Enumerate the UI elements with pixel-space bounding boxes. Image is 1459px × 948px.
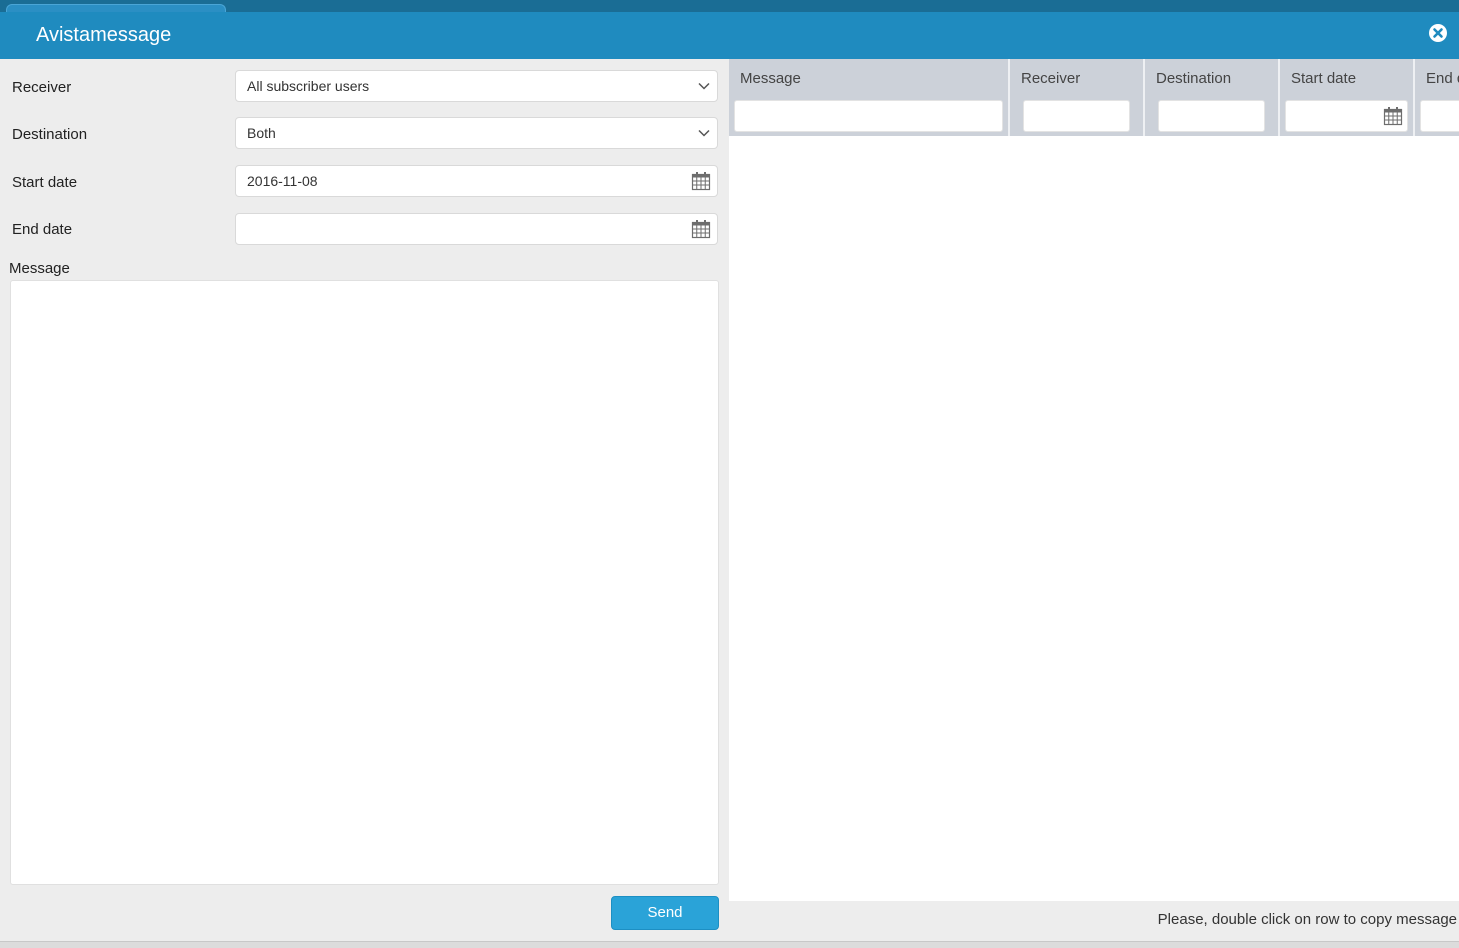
chevron-down-icon — [698, 82, 710, 90]
calendar-icon[interactable] — [691, 219, 711, 239]
column-title-start-date: Start date — [1291, 70, 1357, 87]
column-title-destination: Destination — [1156, 70, 1232, 87]
receiver-label: Receiver — [12, 79, 72, 96]
destination-label: Destination — [12, 126, 88, 143]
end-date-input[interactable] — [235, 213, 718, 245]
messages-grid: Message Receiver Destination Start date … — [729, 59, 1459, 901]
start-date-value: 2016-11-08 — [247, 173, 318, 189]
filter-message-input[interactable] — [734, 100, 1003, 132]
destination-value: Both — [247, 125, 276, 141]
column-title-receiver: Receiver — [1021, 70, 1081, 87]
calendar-icon[interactable] — [1383, 106, 1403, 126]
calendar-icon[interactable] — [691, 171, 711, 191]
filter-start-date-input[interactable] — [1285, 100, 1408, 132]
receiver-value: All subscriber users — [247, 78, 370, 94]
send-button[interactable]: Send — [611, 896, 719, 930]
end-date-label: End date — [12, 221, 73, 238]
receiver-select[interactable]: All subscriber users — [235, 70, 718, 102]
start-date-label: Start date — [12, 174, 78, 191]
filter-destination-input[interactable] — [1158, 100, 1265, 132]
column-title-end-date: End d — [1426, 70, 1459, 87]
footer-hint: Please, double click on row to copy mess… — [1157, 911, 1457, 928]
filter-receiver-input[interactable] — [1023, 100, 1130, 132]
message-textarea[interactable] — [10, 280, 719, 885]
message-label: Message — [9, 260, 70, 277]
dialog-title: Avistamessage — [36, 24, 172, 46]
destination-select[interactable]: Both — [235, 117, 718, 149]
start-date-input[interactable]: 2016-11-08 — [235, 165, 718, 197]
close-icon[interactable] — [1427, 22, 1449, 44]
chevron-down-icon — [698, 129, 710, 137]
filter-end-date-input[interactable] — [1420, 100, 1459, 132]
dialog-titlebar: Avistamessage — [0, 12, 1459, 59]
column-title-message: Message — [740, 70, 801, 87]
